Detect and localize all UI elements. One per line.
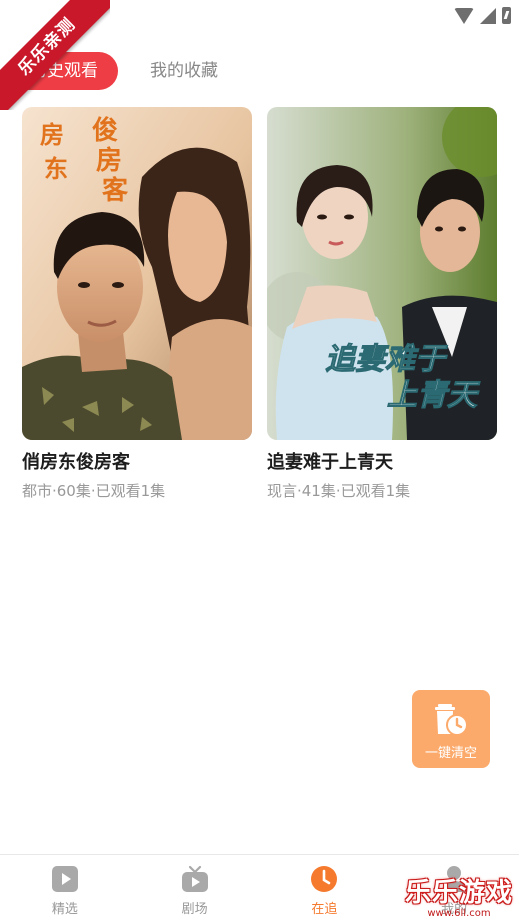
watermark-url: www.6ll.com xyxy=(427,908,491,919)
tv-icon xyxy=(181,865,209,897)
signal-icon xyxy=(480,7,496,24)
nav-item-theater[interactable]: 剧场 xyxy=(130,855,260,924)
poster-title-char: 俊 xyxy=(92,115,118,146)
nav-label: 剧场 xyxy=(181,902,208,917)
battery-icon xyxy=(502,7,511,24)
drama-title: 俏房东俊房客 xyxy=(22,452,130,473)
drama-grid: 俊 房 客 房 东 俏房东俊房客 都市·60集·已观看1集 追妻难于 上青天 追… xyxy=(22,107,498,501)
clear-all-label: 一键清空 xyxy=(424,746,477,761)
clear-all-button[interactable]: 一键清空 xyxy=(412,690,490,768)
poster-title-char: 东 xyxy=(44,154,68,183)
corner-watermark-text: 乐乐亲测 xyxy=(0,0,110,110)
poster-title-char: 房 xyxy=(96,146,122,176)
nav-item-featured[interactable]: 精选 xyxy=(0,855,130,924)
poster-title-char: 客 xyxy=(102,175,129,206)
drama-poster[interactable]: 追妻难于 上青天 xyxy=(267,107,497,440)
nav-item-following[interactable]: 在追 xyxy=(260,855,390,924)
tab-favorites[interactable]: 我的收藏 xyxy=(130,52,238,90)
poster-title-char: 房 xyxy=(40,120,64,149)
drama-poster[interactable]: 俊 房 客 房 东 xyxy=(22,107,252,440)
clock-icon xyxy=(310,865,338,897)
watermark-text: 乐乐游戏 xyxy=(404,878,513,908)
nav-label: 精选 xyxy=(51,902,78,917)
nav-label: 在追 xyxy=(311,902,338,917)
poster-title-line: 上青天 xyxy=(387,378,481,413)
drama-card[interactable]: 俊 房 客 房 东 俏房东俊房客 都市·60集·已观看1集 xyxy=(22,107,252,501)
wifi-icon xyxy=(454,7,474,24)
drama-title: 追妻难于上青天 xyxy=(267,452,393,473)
corner-watermark: 乐乐亲测 xyxy=(0,0,110,110)
drama-card[interactable]: 追妻难于 上青天 追妻难于上青天 现言·41集·已观看1集 xyxy=(267,107,497,501)
trash-clock-icon xyxy=(432,700,470,742)
poster-title-line: 追妻难于 xyxy=(325,342,448,377)
drama-meta: 都市·60集·已观看1集 xyxy=(22,482,166,500)
play-icon xyxy=(51,865,79,897)
status-icons xyxy=(454,7,511,24)
drama-meta: 现言·41集·已观看1集 xyxy=(267,482,411,500)
bottom-watermark: 乐乐游戏 www.6ll.com xyxy=(405,878,513,920)
